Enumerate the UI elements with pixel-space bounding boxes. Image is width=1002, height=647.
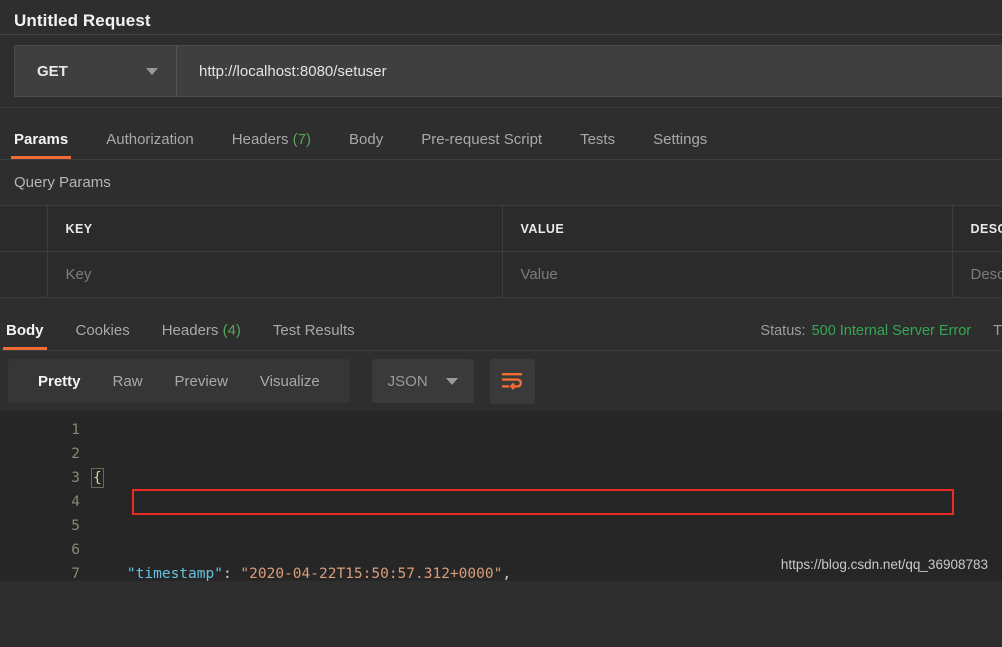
line-number: 5 bbox=[71, 518, 80, 534]
query-params-table: KEY VALUE DESCRIPTION Key Value Descript… bbox=[0, 205, 1002, 298]
request-title-bar: Untitled Request bbox=[0, 0, 1002, 35]
response-tabs: Body Cookies Headers (4) Test Results St… bbox=[0, 298, 1002, 351]
row-description-input[interactable]: Description bbox=[952, 251, 1002, 298]
tab-params-label: Params bbox=[14, 131, 69, 148]
chevron-down-icon bbox=[445, 377, 458, 385]
watermark: https://blog.csdn.net/qq_36908783 bbox=[780, 557, 988, 572]
view-mode-pretty[interactable]: Pretty bbox=[22, 373, 97, 390]
response-tab-cookies[interactable]: Cookies bbox=[76, 322, 130, 350]
column-header-description: DESCRIPTION bbox=[952, 205, 1002, 252]
postman-window: Untitled Request GET http://localhost:80… bbox=[0, 0, 1002, 647]
view-mode-preview[interactable]: Preview bbox=[159, 373, 244, 390]
view-mode-raw[interactable]: Raw bbox=[97, 373, 159, 390]
status-value: 500 Internal Server Error bbox=[811, 323, 972, 339]
response-tab-test-results[interactable]: Test Results bbox=[273, 322, 355, 350]
row-checkbox-cell[interactable] bbox=[0, 251, 48, 298]
response-tab-cookies-label: Cookies bbox=[75, 322, 130, 339]
http-method-label: GET bbox=[37, 62, 68, 80]
tab-settings-label: Settings bbox=[653, 131, 708, 148]
status-label: Status: bbox=[760, 323, 806, 339]
column-header-check bbox=[0, 205, 48, 252]
tab-authorization-label: Authorization bbox=[106, 131, 194, 148]
json-comma: , bbox=[502, 566, 512, 581]
word-wrap-icon bbox=[502, 373, 523, 390]
response-tab-test-results-label: Test Results bbox=[272, 322, 355, 339]
tab-headers-label: Headers bbox=[231, 131, 289, 148]
tab-body-label: Body bbox=[349, 131, 384, 148]
response-body-toolbar: Pretty Raw Preview Visualize JSON bbox=[0, 351, 1002, 411]
line-number: 6 bbox=[71, 542, 80, 558]
line-number-gutter: 1 2 3 4 5 6 7 bbox=[0, 411, 92, 581]
json-colon: : bbox=[222, 566, 241, 581]
line-number: 1 bbox=[71, 422, 80, 438]
response-view-mode-group: Pretty Raw Preview Visualize bbox=[8, 359, 350, 403]
response-time-label: T bbox=[993, 323, 1002, 339]
message-highlight-box bbox=[132, 489, 954, 515]
line-number: 2 bbox=[71, 446, 80, 462]
json-key-timestamp: "timestamp" bbox=[126, 566, 223, 581]
status-badge: Status: 500 Internal Server Error T bbox=[760, 323, 1002, 339]
url-bar-row: GET http://localhost:8080/setuser bbox=[0, 35, 1002, 108]
tab-headers[interactable]: Headers (7) bbox=[232, 131, 311, 159]
response-tab-headers-count: (4) bbox=[222, 322, 241, 339]
response-format-select[interactable]: JSON bbox=[371, 359, 474, 403]
tab-pre-request-script[interactable]: Pre-request Script bbox=[421, 131, 542, 159]
request-tabs: Params Authorization Headers (7) Body Pr… bbox=[0, 108, 1002, 160]
row-value-input[interactable]: Value bbox=[502, 251, 953, 298]
json-value-timestamp: "2020-04-22T15:50:57.312+0000" bbox=[240, 566, 503, 581]
line-number: 7 bbox=[71, 566, 80, 581]
tab-tests[interactable]: Tests bbox=[580, 131, 615, 159]
tab-params[interactable]: Params bbox=[10, 131, 72, 159]
tab-pre-request-script-label: Pre-request Script bbox=[421, 131, 543, 148]
query-params-title: Query Params bbox=[0, 160, 1002, 205]
http-method-select[interactable]: GET bbox=[15, 46, 177, 96]
tab-authorization[interactable]: Authorization bbox=[106, 131, 194, 159]
response-format-label: JSON bbox=[387, 372, 428, 390]
tab-tests-label: Tests bbox=[580, 131, 616, 148]
response-tab-headers[interactable]: Headers (4) bbox=[162, 322, 241, 350]
tab-headers-count: (7) bbox=[292, 131, 311, 148]
response-tab-body[interactable]: Body bbox=[3, 322, 46, 350]
line-number: 3 bbox=[71, 470, 80, 486]
table-row: Key Value Description bbox=[0, 251, 1002, 298]
column-header-key: KEY bbox=[47, 205, 503, 252]
url-input[interactable]: http://localhost:8080/setuser bbox=[177, 46, 1002, 96]
json-open-brace: { bbox=[91, 468, 104, 488]
line-number: 4 bbox=[71, 494, 80, 510]
tab-settings[interactable]: Settings bbox=[653, 131, 707, 159]
response-tab-headers-label: Headers bbox=[161, 322, 219, 339]
code-line-1: { bbox=[91, 466, 1002, 490]
url-bar: GET http://localhost:8080/setuser bbox=[14, 45, 1002, 97]
chevron-down-icon bbox=[146, 67, 158, 75]
response-body-viewer[interactable]: 1 2 3 4 5 6 7 { "timestamp": "2020-04-22… bbox=[0, 411, 1002, 581]
tab-body[interactable]: Body bbox=[349, 131, 383, 159]
row-key-input[interactable]: Key bbox=[47, 251, 503, 298]
view-mode-visualize[interactable]: Visualize bbox=[244, 373, 336, 390]
response-tab-body-label: Body bbox=[6, 322, 44, 339]
table-header-row: KEY VALUE DESCRIPTION bbox=[0, 205, 1002, 252]
word-wrap-button[interactable] bbox=[489, 358, 535, 404]
page-title: Untitled Request bbox=[14, 11, 151, 30]
column-header-value: VALUE bbox=[502, 205, 953, 252]
